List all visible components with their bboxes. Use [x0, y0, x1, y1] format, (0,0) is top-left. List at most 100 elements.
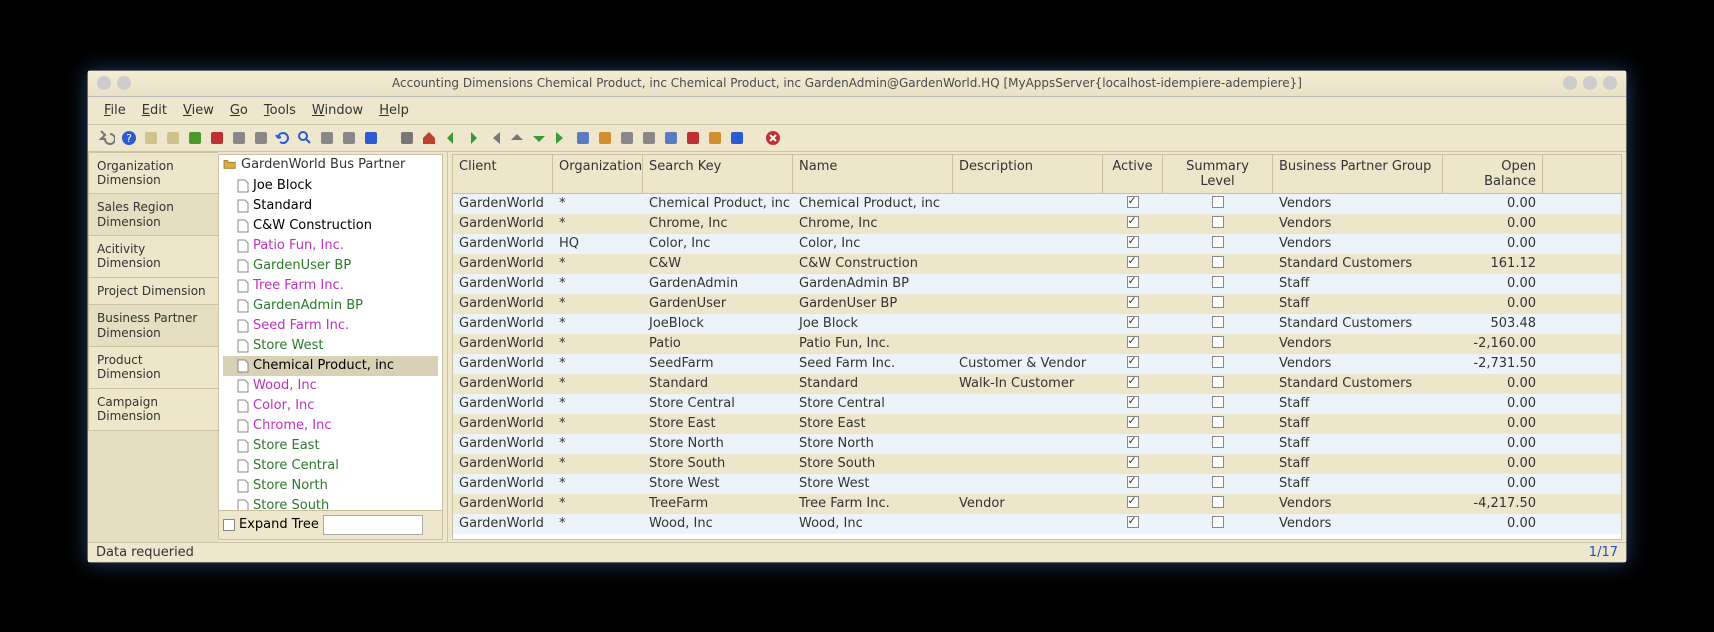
- zoom-icon[interactable]: [662, 129, 680, 147]
- close-window-icon[interactable]: [1603, 76, 1617, 90]
- tree-item[interactable]: Store East: [223, 436, 438, 456]
- workflow-icon[interactable]: [706, 129, 724, 147]
- checkbox-icon[interactable]: [1212, 336, 1224, 348]
- tree-item[interactable]: Chrome, Inc: [223, 416, 438, 436]
- checkbox-icon[interactable]: [1212, 376, 1224, 388]
- checkbox-icon[interactable]: [1212, 456, 1224, 468]
- checkbox-icon[interactable]: [1212, 416, 1224, 428]
- table-row[interactable]: GardenWorld*Store WestStore WestStaff0.0…: [453, 474, 1621, 494]
- tree-item[interactable]: Wood, Inc: [223, 376, 438, 396]
- checkbox-icon[interactable]: [1127, 216, 1139, 228]
- tab-project-dimension[interactable]: Project Dimension: [88, 277, 218, 305]
- menu-window[interactable]: Window: [306, 101, 369, 120]
- checkbox-icon[interactable]: [1127, 276, 1139, 288]
- table-row[interactable]: GardenWorld*Store NorthStore NorthStaff0…: [453, 434, 1621, 454]
- checkbox-icon[interactable]: [1212, 356, 1224, 368]
- menu-tools[interactable]: Tools: [258, 101, 302, 120]
- tree-item[interactable]: Seed Farm Inc.: [223, 316, 438, 336]
- checkbox-icon[interactable]: [1212, 396, 1224, 408]
- column-header[interactable]: Client: [453, 155, 553, 193]
- delete2-icon[interactable]: [208, 129, 226, 147]
- tree-item[interactable]: GardenAdmin BP: [223, 296, 438, 316]
- tab-sales-region-dimension[interactable]: Sales Region Dimension: [88, 193, 218, 236]
- tree-search-input[interactable]: [323, 515, 423, 535]
- checkbox-icon[interactable]: [1127, 296, 1139, 308]
- checkbox-icon[interactable]: [1127, 236, 1139, 248]
- trash-icon[interactable]: [728, 129, 746, 147]
- column-header[interactable]: Active: [1103, 155, 1163, 193]
- column-header[interactable]: Open Balance: [1443, 155, 1543, 193]
- home-icon[interactable]: [420, 129, 438, 147]
- archive-icon[interactable]: [596, 129, 614, 147]
- print-preview-icon[interactable]: [640, 129, 658, 147]
- tab-business-partner-dimension[interactable]: Business Partner Dimension: [88, 304, 218, 347]
- tree-item[interactable]: Tree Farm Inc.: [223, 276, 438, 296]
- checkbox-icon[interactable]: [1127, 316, 1139, 328]
- table-row[interactable]: GardenWorld*TreeFarmTree Farm Inc.Vendor…: [453, 494, 1621, 514]
- undo-icon[interactable]: [98, 129, 116, 147]
- checkbox-icon[interactable]: [1212, 256, 1224, 268]
- menu-help[interactable]: Help: [373, 101, 415, 120]
- back-icon[interactable]: [442, 129, 460, 147]
- checkbox-icon[interactable]: [1127, 476, 1139, 488]
- table-row[interactable]: GardenWorld*PatioPatio Fun, Inc.Vendors-…: [453, 334, 1621, 354]
- forward-icon[interactable]: [464, 129, 482, 147]
- down-icon[interactable]: [530, 129, 548, 147]
- resize-icon[interactable]: [362, 129, 380, 147]
- tree-item[interactable]: C&W Construction: [223, 216, 438, 236]
- table-row[interactable]: GardenWorld*Wood, IncWood, IncVendors0.0…: [453, 514, 1621, 534]
- checkbox-icon[interactable]: [1127, 416, 1139, 428]
- find-icon[interactable]: [296, 129, 314, 147]
- checkbox-icon[interactable]: [1212, 516, 1224, 528]
- checkbox-icon[interactable]: [1212, 476, 1224, 488]
- checkbox-icon[interactable]: [1212, 316, 1224, 328]
- table-row[interactable]: GardenWorld*C&WC&W ConstructionStandard …: [453, 254, 1621, 274]
- window-sticky-icon[interactable]: [117, 76, 131, 90]
- process-icon[interactable]: [684, 129, 702, 147]
- grid-toggle-icon[interactable]: [398, 129, 416, 147]
- tab-product-dimension[interactable]: Product Dimension: [88, 346, 218, 389]
- checkbox-icon[interactable]: [1212, 236, 1224, 248]
- table-row[interactable]: GardenWorld*Store SouthStore SouthStaff0…: [453, 454, 1621, 474]
- tree-item[interactable]: Store North: [223, 476, 438, 496]
- table-row[interactable]: GardenWorld*StandardStandardWalk-In Cust…: [453, 374, 1621, 394]
- checkbox-icon[interactable]: [1127, 456, 1139, 468]
- column-header[interactable]: Business Partner Group: [1273, 155, 1443, 193]
- checkbox-icon[interactable]: [1127, 376, 1139, 388]
- tree-item[interactable]: Chemical Product, inc: [223, 356, 438, 376]
- tree-item[interactable]: Color, Inc: [223, 396, 438, 416]
- table-row[interactable]: GardenWorld*Chemical Product, incChemica…: [453, 194, 1621, 214]
- new-icon[interactable]: [142, 129, 160, 147]
- checkbox-icon[interactable]: [1127, 436, 1139, 448]
- table-row[interactable]: GardenWorldHQColor, IncColor, IncVendors…: [453, 234, 1621, 254]
- checkbox-icon[interactable]: [1127, 336, 1139, 348]
- tree-item[interactable]: Store Central: [223, 456, 438, 476]
- up-icon[interactable]: [508, 129, 526, 147]
- last-icon[interactable]: [552, 129, 570, 147]
- checkbox-icon[interactable]: [1127, 396, 1139, 408]
- refresh-icon[interactable]: [274, 129, 292, 147]
- chat-icon[interactable]: [340, 129, 358, 147]
- menu-file[interactable]: File: [98, 101, 132, 120]
- first-icon[interactable]: [486, 129, 504, 147]
- tree-item[interactable]: Store West: [223, 336, 438, 356]
- table-row[interactable]: GardenWorld*GardenAdminGardenAdmin BPSta…: [453, 274, 1621, 294]
- checkbox-icon[interactable]: [1212, 296, 1224, 308]
- tab-campaign-dimension[interactable]: Campaign Dimension: [88, 388, 218, 431]
- column-header[interactable]: Name: [793, 155, 953, 193]
- tab-acitivity-dimension[interactable]: Acitivity Dimension: [88, 235, 218, 278]
- table-row[interactable]: GardenWorld*Store EastStore EastStaff0.0…: [453, 414, 1621, 434]
- checkbox-icon[interactable]: [1212, 436, 1224, 448]
- tree-item[interactable]: Store South: [223, 496, 438, 510]
- attachment-icon[interactable]: [318, 129, 336, 147]
- checkbox-icon[interactable]: [1127, 496, 1139, 508]
- checkbox-icon[interactable]: [1212, 216, 1224, 228]
- expand-tree-checkbox[interactable]: [223, 519, 235, 531]
- tree-root[interactable]: GardenWorld Bus Partner: [219, 155, 442, 174]
- table-row[interactable]: GardenWorld*Store CentralStore CentralSt…: [453, 394, 1621, 414]
- table-row[interactable]: GardenWorld*GardenUserGardenUser BPStaff…: [453, 294, 1621, 314]
- checkbox-icon[interactable]: [1127, 256, 1139, 268]
- delete-icon[interactable]: [186, 129, 204, 147]
- copy-icon[interactable]: [164, 129, 182, 147]
- print-icon[interactable]: [618, 129, 636, 147]
